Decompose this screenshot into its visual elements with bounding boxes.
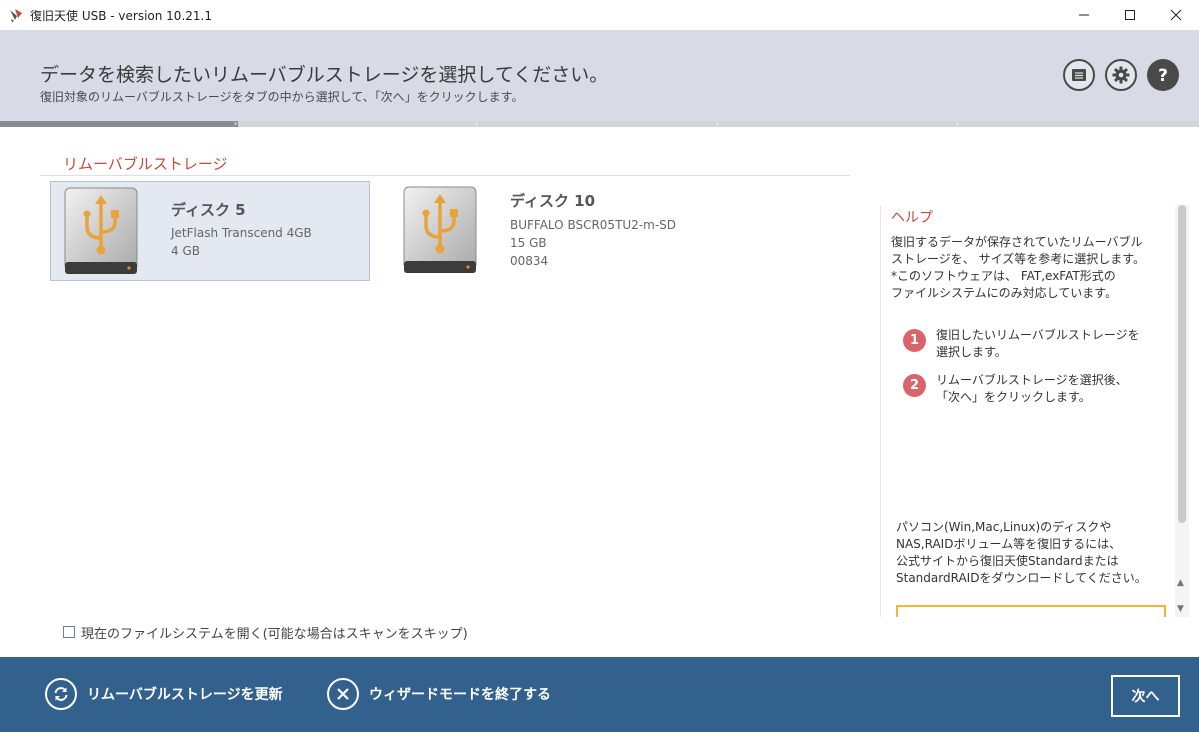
- help-note-line: 公式サイトから復旧天使Standardまたは: [896, 554, 1119, 568]
- usb-drive-icon: [402, 185, 478, 277]
- step-separator: ›: [234, 119, 238, 128]
- help-description-line: ストレージを、 サイズ等を参考に選択します。: [891, 252, 1146, 266]
- help-step-line: 「次へ」をクリックします。: [936, 390, 1091, 404]
- help-step-text: 復旧したいリムーバブルストレージを 選択します。: [936, 327, 1140, 361]
- wizard-header: データを検索したいリムーバブルストレージを選択してください。 復旧対象のリムーバ…: [0, 30, 1199, 121]
- help-title: ヘルプ: [891, 210, 933, 226]
- device-serial: 00834: [510, 254, 549, 268]
- help-note-line: StandardRAIDをダウンロードしてください。: [896, 571, 1147, 585]
- refresh-storage-button[interactable]: リムーバブルストレージを更新: [45, 677, 283, 711]
- help-note-line: NAS,RAIDボリューム等を復旧するには、: [896, 537, 1122, 551]
- next-button[interactable]: 次へ: [1111, 675, 1180, 717]
- help-step-line: 選択します。: [936, 345, 1007, 359]
- refresh-storage-label: リムーバブルストレージを更新: [87, 687, 283, 703]
- device-disk-10[interactable]: ディスク 10 BUFFALO BSCR05TU2-m-SD 15 GB 008…: [390, 181, 710, 281]
- scroll-up-icon[interactable]: ▲: [1177, 578, 1184, 588]
- help-step-line: 復旧したいリムーバブルストレージを: [936, 328, 1140, 342]
- device-size: 15 GB: [510, 236, 547, 250]
- help-step-line: リムーバブルストレージを選択後、: [936, 373, 1128, 387]
- step-progress-bar: › › › ›: [0, 119, 1199, 128]
- storage-section-title: リムーバブルストレージ: [63, 155, 228, 173]
- help-step-text: リムーバブルストレージを選択後、 「次へ」をクリックします。: [936, 372, 1128, 406]
- download-link-box[interactable]: [896, 605, 1166, 617]
- close-circle-icon: [327, 678, 359, 710]
- device-name: ディスク 10: [510, 192, 596, 210]
- open-filesystem-label[interactable]: 現在のファイルシステムを開く(可能な場合はスキャンをスキップ): [81, 623, 468, 642]
- device-size: 4 GB: [171, 244, 200, 258]
- step-progress-fill: [0, 121, 238, 127]
- device-name: ディスク 5: [171, 201, 246, 219]
- step-separator: ›: [475, 119, 479, 128]
- exit-wizard-label: ウィザードモードを終了する: [369, 687, 551, 703]
- maximize-button[interactable]: [1107, 0, 1153, 30]
- help-note: パソコン(Win,Mac,Linux)のディスクや NAS,RAIDボリューム等…: [896, 519, 1161, 587]
- help-description-line: ファイルシステムにのみ対応しています。: [891, 286, 1118, 300]
- help-note-line: パソコン(Win,Mac,Linux)のディスクや: [896, 520, 1112, 534]
- step-separator: ›: [956, 119, 960, 128]
- help-description-line: 復旧するデータが保存されていたリムーバブル: [891, 235, 1143, 249]
- device-disk-5[interactable]: ディスク 5 JetFlash Transcend 4GB 4 GB: [50, 181, 370, 281]
- app-logo-icon: [8, 7, 24, 23]
- help-description-line: *このソフトウェアは、 FAT,exFAT形式の: [891, 269, 1116, 283]
- refresh-icon: [45, 678, 77, 710]
- window-title: 復旧天使 USB - version 10.21.1: [30, 8, 212, 23]
- svg-text:?: ?: [1158, 66, 1168, 85]
- help-button[interactable]: ?: [1147, 59, 1179, 91]
- minimize-icon: [1079, 14, 1089, 16]
- help-panel: ヘルプ 復旧するデータが保存されていたリムーバブル ストレージを、 サイズ等を参…: [880, 205, 1172, 617]
- step-separator: ›: [716, 119, 720, 128]
- maximize-icon: [1125, 10, 1135, 20]
- exit-wizard-button[interactable]: ウィザードモードを終了する: [327, 677, 551, 711]
- title-bar: 復旧天使 USB - version 10.21.1: [0, 0, 1199, 30]
- settings-button[interactable]: [1105, 59, 1137, 91]
- list-icon: [1072, 69, 1086, 81]
- step-number-badge: 2: [903, 374, 926, 397]
- wizard-footer: リムーバブルストレージを更新 ウィザードモードを終了する 次へ: [0, 657, 1199, 732]
- scroll-down-icon[interactable]: ▼: [1177, 604, 1184, 614]
- device-model: BUFFALO BSCR05TU2-m-SD: [510, 218, 677, 232]
- device-model: JetFlash Transcend 4GB: [171, 226, 312, 240]
- usb-drive-icon: [63, 186, 139, 278]
- help-scrollbar[interactable]: ▲ ▼: [1175, 205, 1189, 617]
- section-divider: [40, 175, 850, 176]
- help-description: 復旧するデータが保存されていたリムーバブル ストレージを、 サイズ等を参考に選択…: [891, 234, 1161, 302]
- step-number-badge: 1: [903, 329, 926, 352]
- page-title: データを検索したいリムーバブルストレージを選択してください。: [40, 64, 609, 86]
- log-button[interactable]: [1063, 59, 1095, 91]
- page-subtitle: 復旧対象のリムーバブルストレージをタブの中から選択して、「次へ」をクリックします…: [40, 90, 524, 104]
- close-button[interactable]: [1153, 0, 1199, 30]
- close-icon: [1170, 9, 1182, 21]
- open-filesystem-checkbox[interactable]: [63, 626, 75, 638]
- minimize-button[interactable]: [1061, 0, 1107, 30]
- gear-icon: [1112, 66, 1130, 84]
- help-icon: ?: [1158, 66, 1168, 85]
- scrollbar-thumb[interactable]: [1178, 205, 1186, 523]
